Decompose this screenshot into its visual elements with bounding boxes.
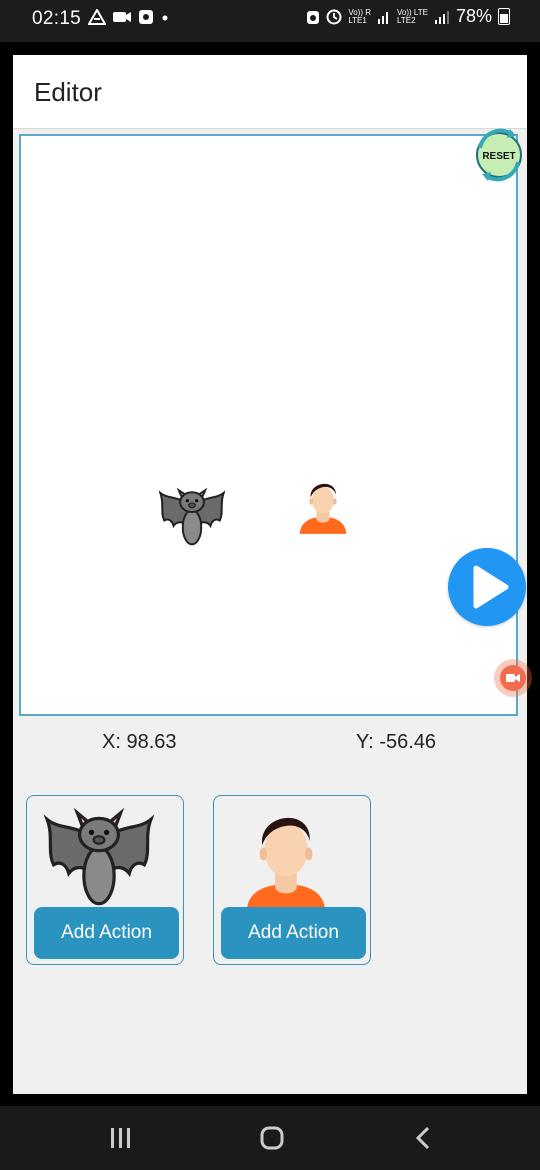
stage-canvas[interactable] [19, 134, 518, 716]
add-action-button-bat[interactable]: Add Action [34, 907, 179, 959]
reset-label: RESET [482, 151, 515, 162]
reset-button[interactable]: RESET [472, 128, 526, 182]
page-title: Editor [34, 77, 102, 107]
app-window: Editor RESET X: 98.63 Y: -56.46 Add Acti… [13, 55, 527, 1094]
status-time: 02:15 [32, 8, 82, 29]
person-sprite[interactable] [297, 471, 349, 537]
record-icon [500, 665, 526, 691]
battery-icon [498, 8, 510, 25]
dot-icon [162, 15, 168, 21]
person-sprite-thumbnail[interactable] [230, 800, 342, 908]
play-button[interactable] [448, 548, 526, 626]
play-icon [473, 565, 509, 609]
sprite-card-person: Add Action [213, 795, 371, 965]
video-icon [113, 12, 131, 22]
y-coordinate: Y: -56.46 [356, 731, 437, 753]
add-action-button-person[interactable]: Add Action [221, 907, 366, 959]
clock-icon [326, 9, 342, 24]
bat-sprite-thumbnail[interactable] [43, 800, 155, 908]
x-coordinate: X: 98.63 [102, 731, 177, 753]
alarm-icon [307, 10, 320, 24]
signal-icon-1 [377, 11, 388, 24]
signal-icon-2 [434, 10, 449, 24]
status-notification-icons [88, 9, 170, 25]
sim2-label: Vo)) LTE LTE2 [396, 7, 428, 25]
drive-icon [88, 9, 106, 25]
recent-apps-icon[interactable] [100, 1122, 140, 1154]
bat-sprite[interactable] [159, 481, 225, 547]
app-notification-icon [139, 10, 153, 24]
sim1-label: Vo)) R LTE1 [348, 7, 371, 25]
status-bar: 02:15 Vo)) R LTE1 Vo)) LTE LTE2 78% [0, 0, 540, 42]
battery-percent: 78% [455, 6, 492, 26]
status-right: Vo)) R LTE1 Vo)) LTE LTE2 78% [306, 6, 510, 27]
screen-record-bubble[interactable] [494, 659, 532, 697]
home-icon[interactable] [252, 1122, 292, 1154]
app-bar: Editor [13, 55, 527, 129]
back-icon[interactable] [404, 1122, 444, 1154]
navigation-bar [0, 1106, 540, 1170]
sprite-card-bat: Add Action [26, 795, 184, 965]
